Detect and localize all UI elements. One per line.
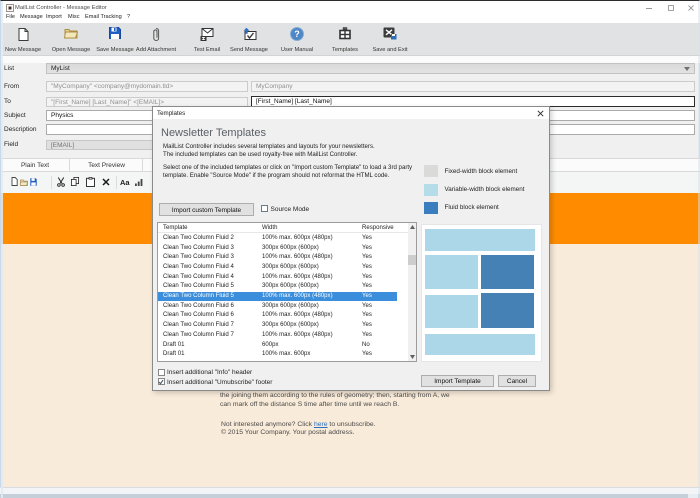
svg-text:?: ?: [294, 29, 300, 39]
